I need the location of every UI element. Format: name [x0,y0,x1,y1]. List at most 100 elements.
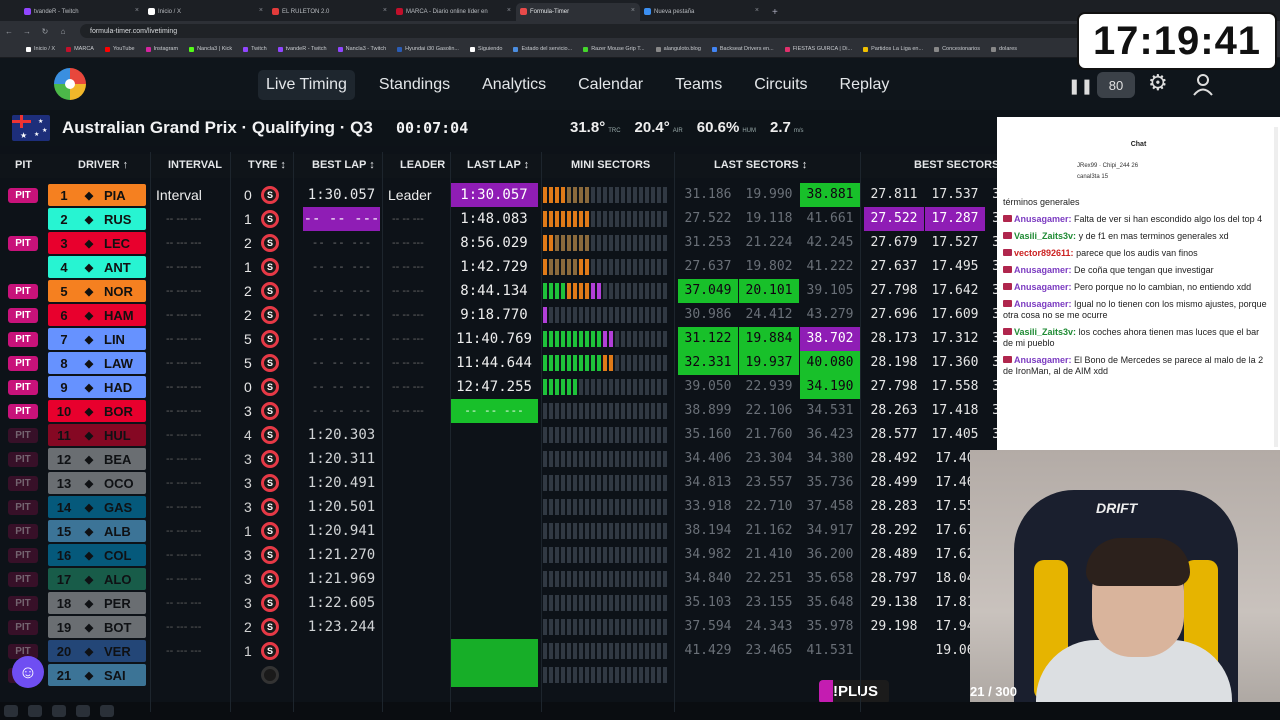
close-icon[interactable]: × [755,7,759,14]
nav-link-live-timing[interactable]: Live Timing [258,70,355,100]
nav-link-calendar[interactable]: Calendar [570,70,651,100]
bookmark-item[interactable]: Siguiendo [469,46,502,52]
nav-link-analytics[interactable]: Analytics [474,70,554,100]
browser-tab[interactable]: Nueva pestaña × [640,3,764,21]
bookmark-item[interactable]: YouTube [104,46,135,52]
back-icon[interactable]: ← [0,27,18,36]
bookmark-item[interactable]: Estado del servicio... [513,46,572,52]
bookmark-item[interactable]: Nancla3 | Kick [189,46,232,52]
gear-icon[interactable]: ⚙ [1148,70,1168,96]
new-tab-icon[interactable]: + [772,7,778,18]
bookmark-item[interactable]: Twitch [243,46,267,52]
driver-tag[interactable]: 13 ◆ OCO [48,472,146,494]
bookmark-item[interactable]: Partidos La Liga en... [863,46,923,52]
forward-icon[interactable]: → [18,27,36,36]
browser-tab[interactable]: MARCA - Diario online líder en × [392,3,516,21]
driver-tag[interactable]: 17 ◆ ALO [48,568,146,590]
browser-tab[interactable]: tvandeR - Twitch × [20,3,144,21]
column-header[interactable]: LEADER [400,159,445,171]
driver-tag[interactable]: 16 ◆ COL [48,544,146,566]
driver-tag[interactable]: 19 ◆ BOT [48,616,146,638]
column-header[interactable]: INTERVAL [168,159,222,171]
close-icon[interactable]: × [507,7,511,14]
browser-tab[interactable]: Inicio / X × [144,3,268,21]
bookmark-item[interactable]: FIESTAS GUIRCA | Di... [784,46,852,52]
app-taskbar-icon[interactable] [100,705,114,717]
chat-username[interactable]: Anusagamer: [1014,214,1072,224]
driver-tag[interactable]: 4 ◆ ANT [48,256,146,278]
bookmark-item[interactable]: MARCA [66,46,94,52]
driver-tag[interactable]: 14 ◆ GAS [48,496,146,518]
column-header[interactable]: LAST SECTORS ↕ [714,159,807,171]
accessibility-icon[interactable]: ☺ [12,656,44,688]
column-header[interactable]: BEST SECTORS [914,159,999,171]
driver-tag[interactable]: 1 ◆ PIA [48,184,146,206]
chat-scrollbar[interactable] [1274,127,1278,447]
bookmark-favicon-icon [655,46,661,52]
chat-username[interactable]: Vasili_Zaits3v: [1014,327,1076,337]
driver-tag[interactable]: 9 ◆ HAD [48,376,146,398]
nav-link-standings[interactable]: Standings [371,70,458,100]
close-icon[interactable]: × [631,7,635,14]
chat-username[interactable]: Anusagamer: [1014,355,1072,365]
bookmark-item[interactable]: tvandeR - Twitch [277,46,327,52]
opera-taskbar-icon[interactable] [52,705,66,717]
url-input[interactable]: formula-timer.com/livetiming [80,24,1120,38]
logo-icon[interactable] [54,68,86,100]
chat-username[interactable]: Vasili_Zaits3v: [1014,231,1076,241]
driver-tag[interactable]: 10 ◆ BOR [48,400,146,422]
bookmark-item[interactable]: Razer Mouse Grip T... [583,46,645,52]
column-header[interactable]: BEST LAP ↕ [312,159,375,171]
chrome-taskbar-icon[interactable] [28,705,42,717]
driver-tag[interactable]: 18 ◆ PER [48,592,146,614]
nav-link-teams[interactable]: Teams [667,70,730,100]
bookmark-item[interactable]: Hyundai i30 Gasolin... [397,46,459,52]
bookmark-item[interactable]: Inicio / X [26,46,55,52]
mini-sector-bar [567,283,571,299]
chat-username[interactable]: Anusagamer: [1014,299,1072,309]
driver-tag[interactable]: 8 ◆ LAW [48,352,146,374]
chat-username[interactable]: Anusagamer: [1014,282,1072,292]
column-header[interactable]: MINI SECTORS [571,159,650,171]
driver-tag[interactable]: 2 ◆ RUS [48,208,146,230]
driver-tag[interactable]: 12 ◆ BEA [48,448,146,470]
pause-icon[interactable]: ❚❚ [1068,77,1093,95]
browser-tab[interactable]: Formula-Timer × [516,3,640,21]
user-icon[interactable] [1193,74,1213,101]
chat-username[interactable]: Anusagamer: [1014,265,1072,275]
steam-taskbar-icon[interactable] [76,705,90,717]
playback-speed[interactable]: 80 [1097,72,1135,98]
nav-link-circuits[interactable]: Circuits [746,70,815,100]
mini-sector-bar [597,403,601,419]
driver-tag[interactable]: 7 ◆ LIN [48,328,146,350]
bookmark-item[interactable]: Backseat Drivers en... [711,46,774,52]
bookmark-item[interactable]: Nancla3 - Twitch [337,46,386,52]
nav-link-replay[interactable]: Replay [832,70,898,100]
close-icon[interactable]: × [383,7,387,14]
column-header[interactable]: DRIVER ↑ [78,159,128,171]
column-header[interactable]: TYRE ↕ [248,159,286,171]
bookmark-item[interactable]: Instagram [145,46,178,52]
driver-tag[interactable]: 20 ◆ VER [48,640,146,662]
bookmark-item[interactable]: dolares [991,46,1017,52]
mini-sectors [543,403,669,419]
close-icon[interactable]: × [135,7,139,14]
mini-sector-bar [651,187,655,203]
driver-tag[interactable]: 11 ◆ HUL [48,424,146,446]
reload-icon[interactable]: ↻ [36,27,54,36]
windows-start-icon[interactable] [4,705,18,717]
driver-tag[interactable]: 6 ◆ HAM [48,304,146,326]
driver-tag[interactable]: 3 ◆ LEC [48,232,146,254]
driver-tag[interactable]: 21 ◆ SAI [48,664,146,686]
bookmark-item[interactable]: alanguloto.blog [655,46,701,52]
column-header[interactable]: PIT [15,159,32,171]
driver-tag[interactable]: 15 ◆ ALB [48,520,146,542]
mini-sector-bar [573,259,577,275]
driver-tag[interactable]: 5 ◆ NOR [48,280,146,302]
close-icon[interactable]: × [259,7,263,14]
column-header[interactable]: LAST LAP ↕ [467,159,529,171]
home-icon[interactable]: ⌂ [54,27,72,36]
chat-username[interactable]: vector892611: [1014,248,1074,258]
browser-tab[interactable]: EL RULETON 2.0 × [268,3,392,21]
bookmark-item[interactable]: Concesionarios [934,46,980,52]
